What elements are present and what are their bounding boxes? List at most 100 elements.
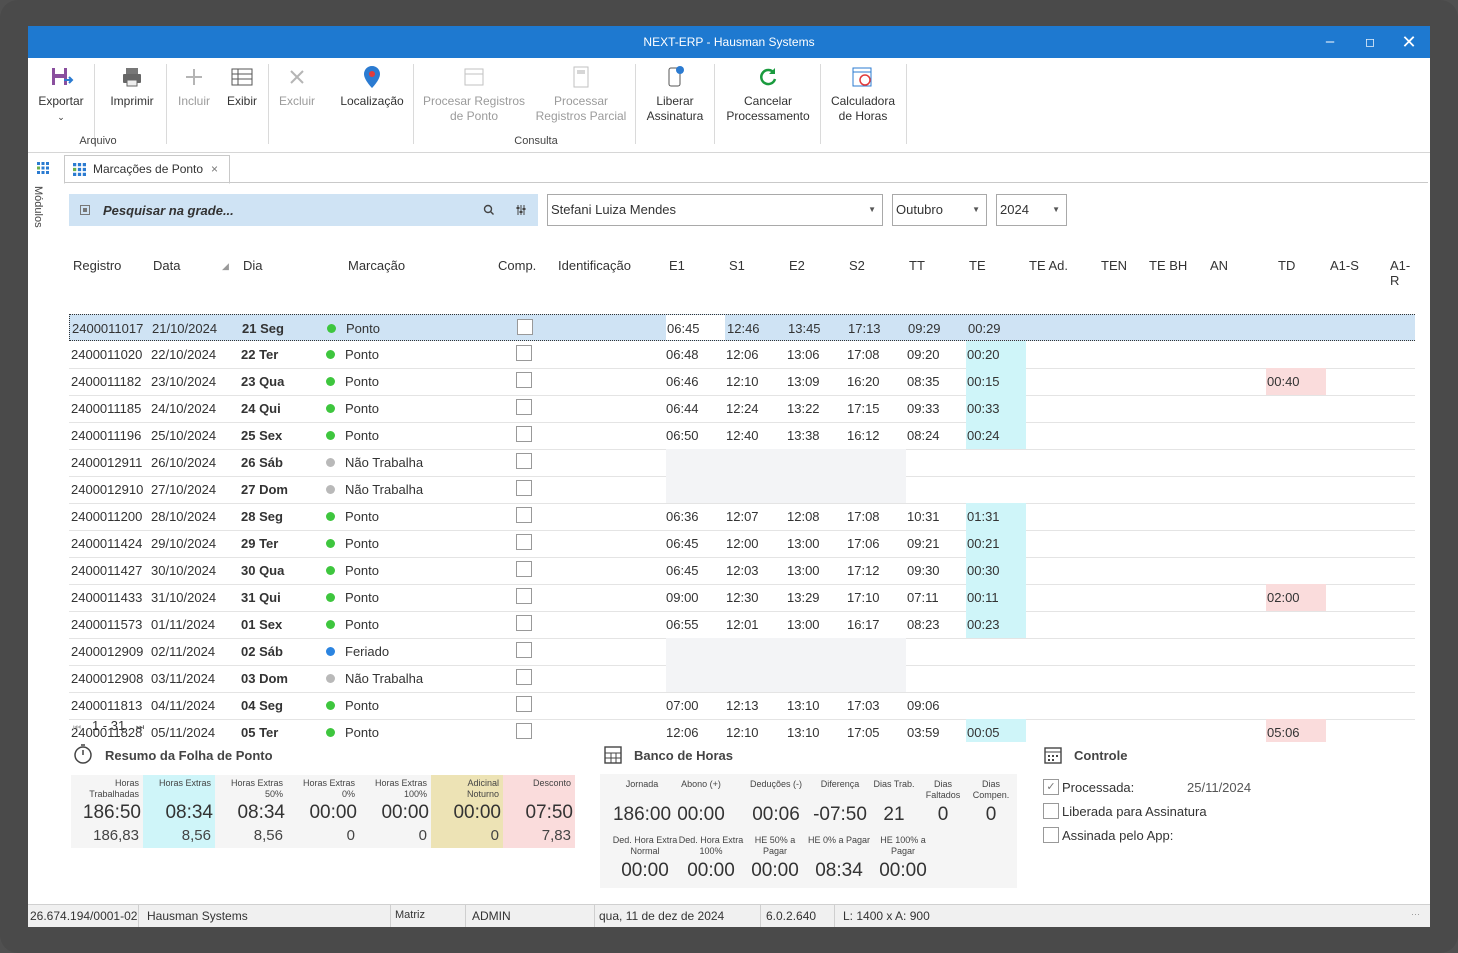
release-signature-button[interactable]: Liberar Assinatura bbox=[646, 64, 704, 124]
cell-e2[interactable]: 13:00 bbox=[787, 536, 820, 551]
comp-checkbox[interactable] bbox=[516, 723, 532, 739]
cell-s1[interactable]: 12:40 bbox=[726, 428, 759, 443]
column-header[interactable]: S1 bbox=[729, 258, 745, 273]
column-header[interactable]: A1-S bbox=[1330, 258, 1359, 273]
column-header[interactable]: Registro bbox=[73, 258, 121, 273]
cell-s2[interactable]: 17:06 bbox=[847, 536, 880, 551]
hours-calculator-button[interactable]: Calculadora de Horas bbox=[828, 64, 898, 124]
first-page-icon[interactable]: ⏮ bbox=[73, 722, 81, 732]
assinada-checkbox[interactable] bbox=[1043, 827, 1059, 843]
cell-e1[interactable]: 12:06 bbox=[666, 725, 699, 740]
table-row[interactable]: 2400011182 23/10/2024 23 Qua Ponto 06:46 12:1… bbox=[69, 368, 1415, 396]
print-button[interactable]: Imprimir bbox=[104, 64, 160, 109]
cell-e1[interactable]: 06:55 bbox=[666, 617, 699, 632]
sort-icon[interactable]: ◢ bbox=[222, 261, 229, 272]
column-header[interactable]: TT bbox=[909, 258, 925, 273]
cell-s1[interactable]: 12:30 bbox=[726, 590, 759, 605]
cell-e1[interactable]: 06:45 bbox=[666, 563, 699, 578]
cell-e2[interactable]: 13:10 bbox=[787, 725, 820, 740]
comp-checkbox[interactable] bbox=[516, 345, 532, 361]
cell-e2[interactable]: 13:10 bbox=[787, 698, 820, 713]
cell-s2[interactable]: 17:08 bbox=[847, 347, 880, 362]
comp-checkbox[interactable] bbox=[516, 696, 532, 712]
comp-checkbox[interactable] bbox=[516, 561, 532, 577]
comp-checkbox[interactable] bbox=[516, 399, 532, 415]
cell-e2[interactable]: 13:06 bbox=[787, 347, 820, 362]
processada-checkbox[interactable]: ✓ bbox=[1043, 779, 1059, 795]
comp-checkbox[interactable] bbox=[516, 642, 532, 658]
comp-checkbox[interactable] bbox=[516, 507, 532, 523]
cell-e1[interactable]: 06:45 bbox=[666, 536, 699, 551]
column-header[interactable]: TE BH bbox=[1149, 258, 1187, 273]
cell-e1[interactable]: 09:00 bbox=[666, 590, 699, 605]
comp-checkbox[interactable] bbox=[516, 453, 532, 469]
modules-grid-icon[interactable] bbox=[37, 162, 49, 174]
cell-s1[interactable]: 12:00 bbox=[726, 536, 759, 551]
column-header[interactable]: Marcação bbox=[348, 258, 405, 273]
cell-e2[interactable]: 13:45 bbox=[788, 321, 821, 336]
add-button[interactable]: Incluir bbox=[173, 64, 215, 109]
resize-grip-icon[interactable]: ⋯ bbox=[1411, 909, 1420, 920]
table-row[interactable]: 2400012910 27/10/2024 27 Dom Não Trabalha bbox=[69, 476, 1415, 504]
cell-e1[interactable]: 07:00 bbox=[666, 698, 699, 713]
column-header[interactable]: TD bbox=[1278, 258, 1295, 273]
filter-options-icon[interactable] bbox=[515, 204, 527, 216]
table-row[interactable]: 2400011200 28/10/2024 28 Seg Ponto 06:36 12:0… bbox=[69, 503, 1415, 531]
cell-e1[interactable]: 06:45 bbox=[667, 321, 700, 336]
comp-checkbox[interactable] bbox=[516, 426, 532, 442]
column-header[interactable]: A1-R bbox=[1390, 258, 1415, 288]
liberada-checkbox[interactable] bbox=[1043, 803, 1059, 819]
comp-checkbox[interactable] bbox=[516, 534, 532, 550]
table-row[interactable]: 2400011020 22/10/2024 22 Ter Ponto 06:48 12:0… bbox=[69, 341, 1415, 369]
column-header[interactable]: Data bbox=[153, 258, 180, 273]
cell-e2[interactable]: 13:00 bbox=[787, 617, 820, 632]
comp-checkbox[interactable] bbox=[516, 480, 532, 496]
table-row[interactable]: 2400012908 03/11/2024 03 Dom Não Trabalha bbox=[69, 665, 1415, 693]
delete-button[interactable]: Excluir bbox=[276, 64, 318, 109]
comp-checkbox[interactable] bbox=[516, 615, 532, 631]
cell-s1[interactable]: 12:03 bbox=[726, 563, 759, 578]
process-records-button[interactable]: Procesar Registros de Ponto bbox=[421, 64, 527, 124]
modulos-sidebar-label[interactable]: Módulos bbox=[32, 186, 44, 228]
table-row[interactable]: 2400011424 29/10/2024 29 Ter Ponto 06:45 12:0… bbox=[69, 530, 1415, 558]
export-button[interactable]: Exportar ⌄ bbox=[36, 64, 86, 125]
table-row[interactable]: 2400011196 25/10/2024 25 Sex Ponto 06:50 12:4… bbox=[69, 422, 1415, 450]
column-header[interactable]: TE Ad. bbox=[1029, 258, 1068, 273]
cell-s1[interactable]: 12:07 bbox=[726, 509, 759, 524]
table-row[interactable]: 2400011573 01/11/2024 01 Sex Ponto 06:55 12:0… bbox=[69, 611, 1415, 639]
column-header[interactable]: TEN bbox=[1101, 258, 1127, 273]
cell-e1[interactable]: 06:44 bbox=[666, 401, 699, 416]
cell-s1[interactable]: 12:13 bbox=[726, 698, 759, 713]
table-row[interactable]: 2400011813 04/11/2024 04 Seg Ponto 07:00 12:1… bbox=[69, 692, 1415, 720]
cell-s1[interactable]: 12:24 bbox=[726, 401, 759, 416]
grid-search-box[interactable]: Pesquisar na grade... bbox=[69, 194, 538, 226]
cell-e2[interactable]: 13:29 bbox=[787, 590, 820, 605]
column-header[interactable]: TE bbox=[969, 258, 986, 273]
comp-checkbox[interactable] bbox=[516, 372, 532, 388]
close-button[interactable]: ✕ bbox=[1389, 26, 1429, 58]
cell-e1[interactable]: 06:36 bbox=[666, 509, 699, 524]
cell-s1[interactable]: 12:10 bbox=[726, 374, 759, 389]
cell-e1[interactable]: 06:46 bbox=[666, 374, 699, 389]
cell-s2[interactable]: 16:17 bbox=[847, 617, 880, 632]
process-partial-button[interactable]: Processar Registros Parcial bbox=[534, 64, 628, 124]
location-button[interactable]: Localização bbox=[337, 64, 407, 109]
search-icon[interactable] bbox=[483, 204, 495, 216]
column-header[interactable]: E2 bbox=[789, 258, 805, 273]
column-header[interactable]: E1 bbox=[669, 258, 685, 273]
column-header[interactable]: Identificação bbox=[558, 258, 631, 273]
cell-s2[interactable]: 16:12 bbox=[847, 428, 880, 443]
column-header[interactable]: AN bbox=[1210, 258, 1228, 273]
cell-s2[interactable]: 17:08 bbox=[847, 509, 880, 524]
column-header[interactable]: S2 bbox=[849, 258, 865, 273]
cell-e1[interactable]: 06:50 bbox=[666, 428, 699, 443]
cell-s2[interactable]: 17:15 bbox=[847, 401, 880, 416]
year-select[interactable]: 2024 ▼ bbox=[996, 194, 1067, 226]
tab-close-icon[interactable]: × bbox=[211, 156, 218, 183]
comp-checkbox[interactable] bbox=[517, 319, 533, 335]
table-row[interactable]: 2400012911 26/10/2024 26 Sáb Não Trabalha bbox=[69, 449, 1415, 477]
cell-s2[interactable]: 17:03 bbox=[847, 698, 880, 713]
cell-s2[interactable]: 17:10 bbox=[847, 590, 880, 605]
cell-e2[interactable]: 13:09 bbox=[787, 374, 820, 389]
comp-checkbox[interactable] bbox=[516, 588, 532, 604]
